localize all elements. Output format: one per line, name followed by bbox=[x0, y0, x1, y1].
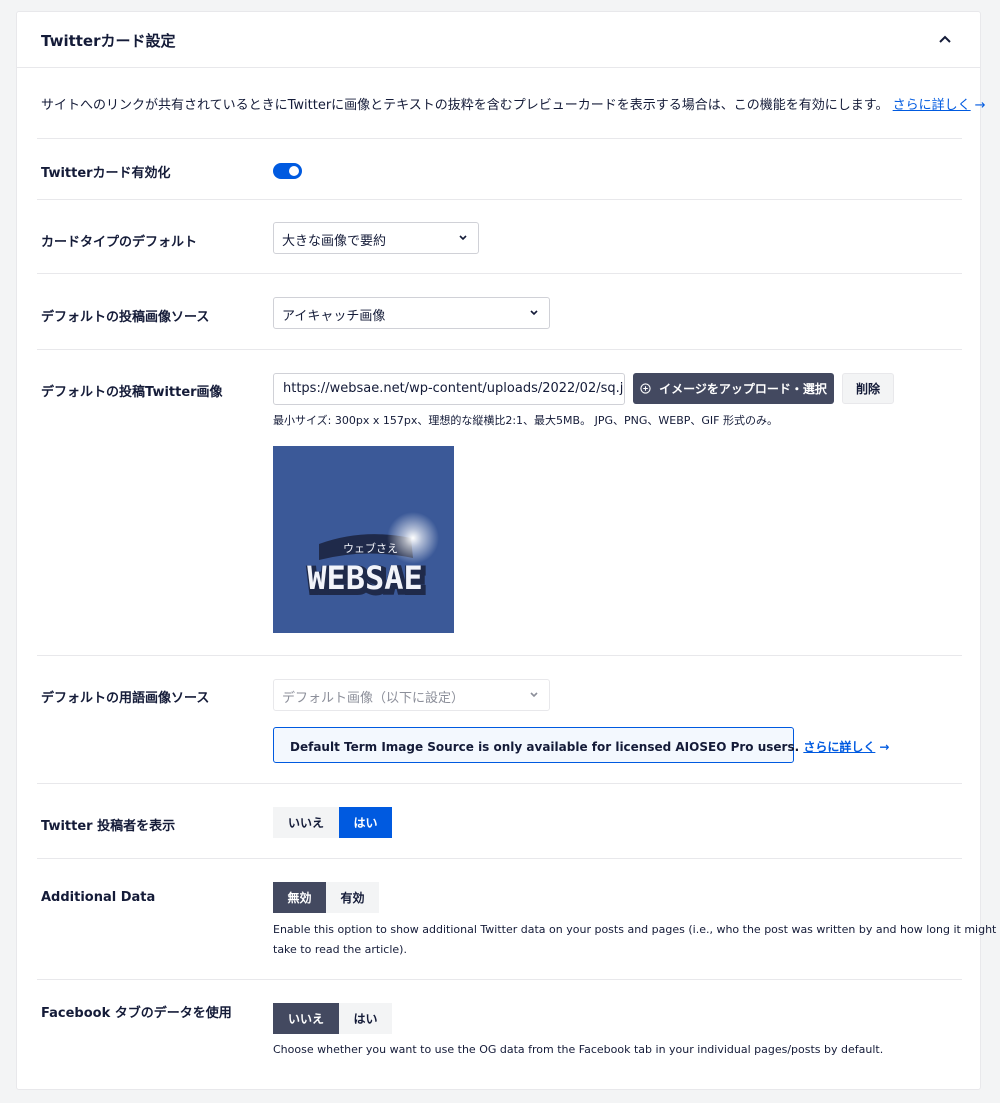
chevron-down-icon bbox=[530, 692, 538, 698]
learn-more-link[interactable]: さらに詳しく bbox=[893, 98, 971, 113]
additional-data-off-button[interactable]: 無効 bbox=[273, 882, 326, 913]
divider bbox=[37, 979, 962, 980]
divider bbox=[37, 783, 962, 784]
term-image-source-value: デフォルト画像（以下に設定） bbox=[282, 691, 465, 706]
delete-image-button[interactable]: 削除 bbox=[842, 373, 894, 404]
plus-circle-icon bbox=[640, 383, 651, 394]
divider bbox=[37, 858, 962, 859]
post-image-source-value: アイキャッチ画像 bbox=[282, 309, 386, 324]
twitter-card-settings-panel: Twitterカード設定 サイトへのリンクが共有されているときにTwitterに… bbox=[16, 11, 997, 1090]
additional-data-help-line2: take to read the article). bbox=[273, 943, 407, 956]
divider bbox=[37, 273, 962, 274]
twitter-image-preview: WEBSAE WEBSAE ウェブさえ bbox=[273, 446, 454, 633]
card-type-select[interactable]: 大きな画像で要約 bbox=[273, 222, 479, 254]
use-facebook-yes-button[interactable]: はい bbox=[339, 1003, 392, 1034]
notice-text: Default Term Image Source is only availa… bbox=[290, 740, 800, 754]
divider bbox=[37, 655, 962, 656]
chevron-down-icon bbox=[530, 310, 538, 316]
upload-image-label: イメージをアップロード・選択 bbox=[659, 382, 827, 396]
show-author-toggle-group: いいえ はい bbox=[273, 807, 392, 838]
additional-data-help-line1: Enable this option to show additional Tw… bbox=[273, 923, 997, 936]
show-author-yes-button[interactable]: はい bbox=[339, 807, 392, 838]
arrow-right-icon: → bbox=[879, 740, 890, 754]
logo-text: WEBSAE bbox=[307, 559, 423, 597]
post-image-source-select[interactable]: アイキャッチ画像 bbox=[273, 297, 550, 329]
use-facebook-no-button[interactable]: いいえ bbox=[273, 1003, 339, 1034]
card-type-label: カードタイプのデフォルト bbox=[41, 235, 198, 250]
pro-only-notice: Default Term Image Source is only availa… bbox=[273, 727, 889, 763]
use-facebook-help: Choose whether you want to use the OG da… bbox=[273, 1043, 884, 1056]
arrow-right-icon: → bbox=[974, 98, 986, 113]
panel-description: サイトへのリンクが共有されているときにTwitterに画像とテキストの抜粋を含む… bbox=[41, 94, 986, 113]
toggle-knob bbox=[289, 166, 299, 176]
panel-title: Twitterカード設定 bbox=[41, 32, 176, 50]
card-type-value: 大きな画像で要約 bbox=[282, 234, 387, 249]
enable-card-label: Twitterカード有効化 bbox=[41, 166, 171, 181]
collapse-button[interactable] bbox=[934, 28, 956, 50]
additional-data-on-button[interactable]: 有効 bbox=[326, 882, 379, 913]
term-image-source-label: デフォルトの用語画像ソース bbox=[41, 691, 210, 706]
websae-logo-image: WEBSAE WEBSAE ウェブさえ bbox=[306, 512, 439, 603]
divider bbox=[37, 349, 962, 350]
additional-data-label: Additional Data bbox=[41, 890, 156, 905]
post-twitter-image-label: デフォルトの投稿Twitter画像 bbox=[41, 385, 223, 400]
additional-data-help: Enable this option to show additional Tw… bbox=[273, 920, 997, 960]
term-image-source-select[interactable]: デフォルト画像（以下に設定） bbox=[273, 679, 550, 711]
divider bbox=[37, 199, 962, 200]
use-facebook-toggle-group: いいえ はい bbox=[273, 1003, 392, 1034]
show-author-no-button[interactable]: いいえ bbox=[273, 807, 339, 838]
chevron-up-icon bbox=[939, 35, 951, 43]
chevron-down-icon bbox=[459, 235, 467, 241]
description-text: サイトへのリンクが共有されているときにTwitterに画像とテキストの抜粋を含む… bbox=[41, 98, 889, 113]
image-url-input[interactable]: https://websae.net/wp-content/uploads/20… bbox=[273, 373, 625, 405]
show-author-label: Twitter 投稿者を表示 bbox=[41, 819, 176, 834]
additional-data-toggle-group: 無効 有効 bbox=[273, 882, 379, 913]
upload-image-button[interactable]: イメージをアップロード・選択 bbox=[633, 373, 834, 404]
panel-header: Twitterカード設定 bbox=[17, 12, 980, 68]
post-image-source-label: デフォルトの投稿画像ソース bbox=[41, 310, 210, 325]
use-facebook-label: Facebook タブのデータを使用 bbox=[41, 1006, 232, 1021]
notice-learn-more-link[interactable]: さらに詳しく bbox=[803, 740, 875, 754]
image-size-hint: 最小サイズ: 300px x 157px、理想的な縦横比2:1、最大5MB。 J… bbox=[273, 414, 778, 427]
enable-card-toggle[interactable] bbox=[273, 163, 302, 179]
divider bbox=[37, 138, 962, 139]
